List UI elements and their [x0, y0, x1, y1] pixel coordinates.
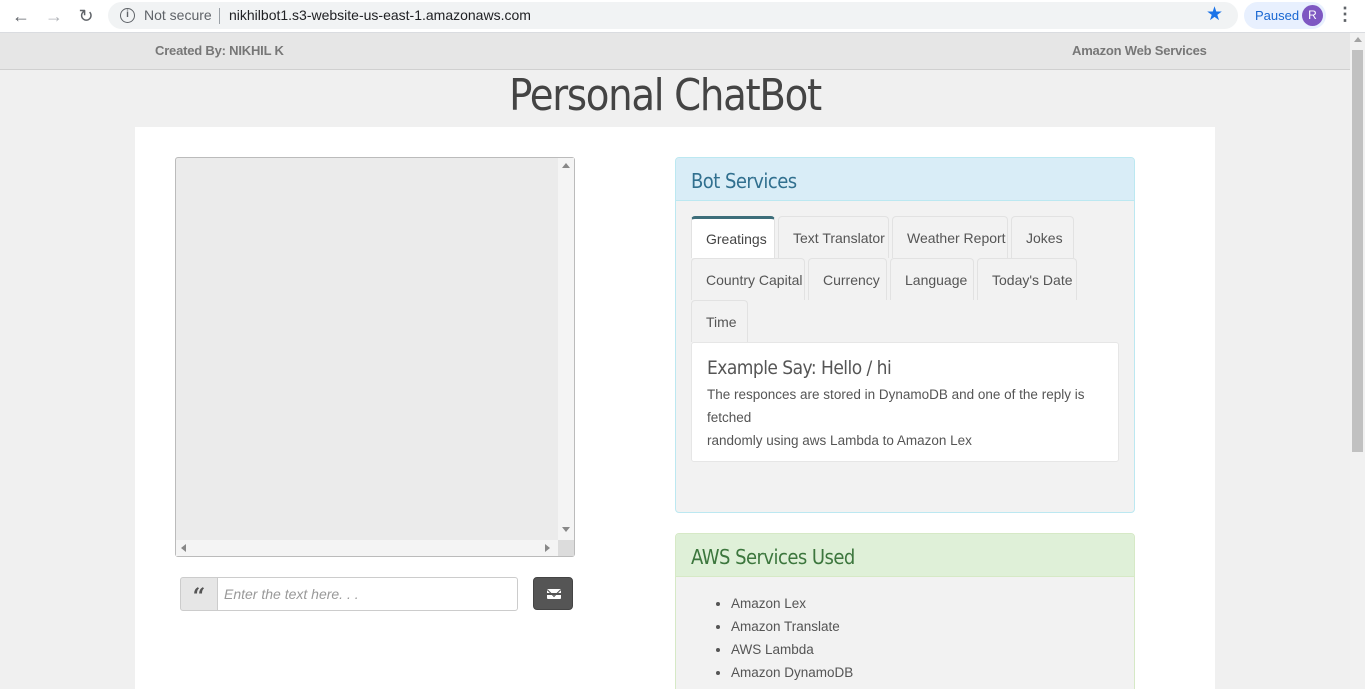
aws-services-list: Amazon Lex Amazon Translate AWS Lambda A…: [731, 592, 853, 684]
scroll-corner: [558, 540, 574, 556]
profile-button[interactable]: Paused R: [1244, 2, 1326, 29]
browser-toolbar: ← → ↻ i Not secure nikhilbot1.s3-website…: [0, 0, 1365, 33]
tab-content: Example Say: Hello / hi The responces ar…: [691, 342, 1119, 462]
chat-scroll-down-icon[interactable]: [562, 527, 570, 532]
list-item: Amazon DynamoDB: [731, 661, 853, 684]
tab-currency[interactable]: Currency: [808, 258, 887, 300]
browser-menu-icon[interactable]: ⋮: [1336, 4, 1354, 25]
envelope-icon: [547, 589, 561, 599]
chat-horizontal-scrollbar[interactable]: [176, 540, 558, 556]
main-container: “ Bot Services Greatings Text Translator…: [135, 127, 1215, 689]
list-item: AWS Lambda: [731, 638, 853, 661]
chat-input-group: “: [180, 577, 518, 611]
scroll-up-arrow-icon[interactable]: [1354, 37, 1362, 42]
example-desc-line: The responces are stored in DynamoDB and…: [707, 387, 1085, 425]
quote-icon: “: [180, 577, 218, 611]
bot-services-panel: Bot Services Greatings Text Translator W…: [675, 157, 1135, 513]
page-scrollbar[interactable]: [1350, 33, 1365, 689]
aws-services-title: AWS Services Used: [691, 545, 855, 569]
tab-time[interactable]: Time: [691, 300, 748, 342]
url-text[interactable]: nikhilbot1.s3-website-us-east-1.amazonaw…: [229, 7, 531, 23]
security-label: Not secure: [144, 7, 212, 23]
profile-status: Paused: [1255, 8, 1300, 23]
forward-arrow-icon[interactable]: →: [41, 4, 67, 28]
page-header: Created By: NIKHIL K Amazon Web Services: [0, 33, 1350, 70]
tab-jokes[interactable]: Jokes: [1011, 216, 1074, 258]
tab-greatings[interactable]: Greatings: [691, 216, 775, 258]
address-bar[interactable]: i Not secure nikhilbot1.s3-website-us-ea…: [108, 2, 1238, 29]
tab-country-capital[interactable]: Country Capital: [691, 258, 805, 300]
aws-services-panel: AWS Services Used Amazon Lex Amazon Tran…: [675, 533, 1135, 689]
chat-scroll-up-icon[interactable]: [562, 163, 570, 168]
conversation-box[interactable]: [175, 157, 575, 557]
chat-text-input[interactable]: [217, 577, 518, 611]
aws-services-heading: AWS Services Used: [676, 534, 1134, 577]
info-icon[interactable]: i: [120, 8, 135, 23]
example-desc-line: randomly using aws Lambda to Amazon Lex: [707, 433, 972, 448]
page-title: Personal ChatBot: [509, 70, 822, 121]
list-item: Amazon Translate: [731, 615, 853, 638]
tab-todays-date[interactable]: Today's Date: [977, 258, 1077, 300]
bot-services-title: Bot Services: [691, 169, 797, 193]
bookmark-star-icon[interactable]: ★: [1206, 3, 1223, 26]
tab-text-translator[interactable]: Text Translator: [778, 216, 889, 258]
tab-weather-report[interactable]: Weather Report: [892, 216, 1008, 258]
example-description: The responces are stored in DynamoDB and…: [707, 383, 1103, 452]
bot-services-heading: Bot Services: [676, 158, 1134, 201]
chat-vertical-scrollbar[interactable]: [558, 158, 574, 540]
reload-icon[interactable]: ↻: [73, 4, 99, 28]
aws-link[interactable]: Amazon Web Services: [1072, 43, 1207, 58]
created-by-link[interactable]: Created By: NIKHIL K: [155, 43, 284, 58]
list-item: Amazon Lex: [731, 592, 853, 615]
tab-language[interactable]: Language: [890, 258, 974, 300]
back-arrow-icon[interactable]: ←: [8, 4, 34, 28]
avatar: R: [1302, 5, 1323, 26]
chat-scroll-right-icon[interactable]: [545, 544, 550, 552]
send-button[interactable]: [533, 577, 573, 610]
url-separator: [219, 8, 220, 24]
chat-scroll-left-icon[interactable]: [181, 544, 186, 552]
scroll-thumb[interactable]: [1352, 50, 1363, 452]
example-title: Example Say: Hello / hi: [707, 357, 892, 379]
